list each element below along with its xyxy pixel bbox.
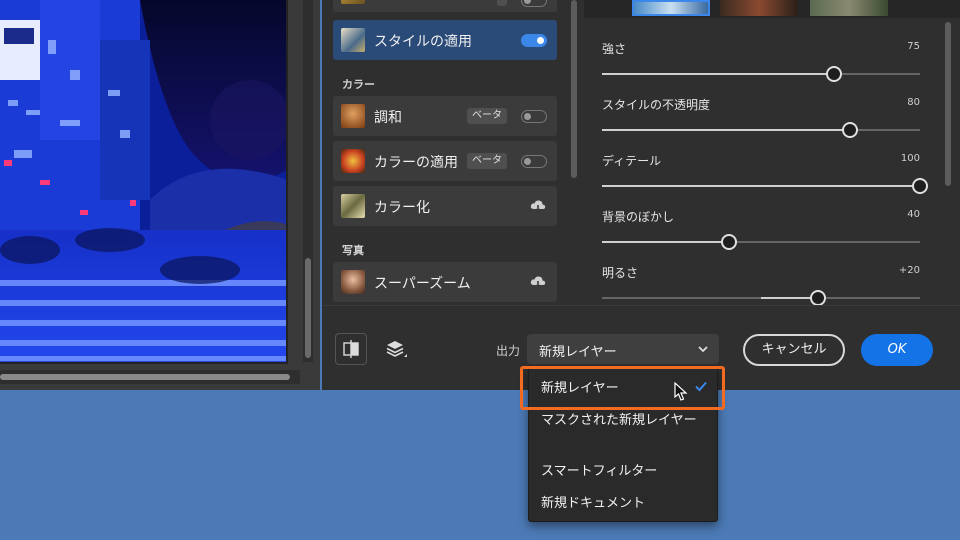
- slider-knob[interactable]: [912, 178, 928, 194]
- filter-label: 調和: [374, 110, 402, 126]
- checkmark-icon: [695, 381, 707, 392]
- slider-value: 80: [907, 97, 920, 108]
- filter-item-colorize[interactable]: カラー化: [333, 186, 557, 226]
- filter-label: カラーの適用: [374, 155, 458, 171]
- cloud-download-icon[interactable]: [530, 199, 546, 213]
- chevron-down-icon: [698, 346, 708, 353]
- slider-value: 100: [900, 153, 920, 164]
- filter-label: カラー化: [374, 200, 430, 216]
- filter-thumbnail: [341, 0, 365, 4]
- style-thumbnail[interactable]: [810, 0, 888, 16]
- filter-thumbnail: [341, 270, 365, 294]
- slider-strength: 強さ 75: [602, 40, 920, 96]
- settings-scrollbar[interactable]: [944, 22, 952, 188]
- section-header-color: カラー: [342, 78, 375, 91]
- ok-button[interactable]: OK: [861, 334, 933, 366]
- filter-item-partial[interactable]: [333, 0, 557, 12]
- filter-settings-panel: 強さ 75 スタイルの不透明度 80 ディテール 100 背景のぼかし 40 明…: [584, 18, 960, 305]
- slider-value: 40: [907, 209, 920, 220]
- canvas-vertical-scrollbar[interactable]: [303, 0, 313, 362]
- filter-thumbnail: [341, 149, 365, 173]
- slider-background-blur: 背景のぼかし 40: [602, 208, 920, 264]
- cloud-download-icon[interactable]: [530, 275, 546, 289]
- output-selected-value: 新規レイヤー: [539, 345, 617, 360]
- slider-fill: [602, 73, 835, 75]
- menu-item-new-document[interactable]: 新規ドキュメント: [541, 495, 711, 512]
- mouse-pointer-icon: [674, 382, 688, 401]
- filter-item-harmonization[interactable]: 調和 ベータ: [333, 96, 557, 136]
- filter-item-super-zoom[interactable]: スーパーズーム: [333, 262, 557, 302]
- canvas-horizontal-scrollbar[interactable]: [0, 370, 300, 384]
- output-label: 出力: [496, 344, 521, 358]
- style-thumbnail-selected[interactable]: [632, 0, 710, 16]
- filter-list-scrollbar[interactable]: [570, 0, 578, 180]
- cancel-button[interactable]: キャンセル: [743, 334, 845, 366]
- slider-detail: ディテール 100: [602, 152, 928, 208]
- layers-preview-button[interactable]: [379, 333, 411, 365]
- filter-label: スーパーズーム: [374, 276, 471, 292]
- slider-label: ディテール: [602, 154, 662, 168]
- slider-style-opacity: スタイルの不透明度 80: [602, 96, 920, 152]
- slider-label: スタイルの不透明度: [602, 98, 711, 112]
- canvas-area: [0, 0, 320, 390]
- menu-item-smart-filter[interactable]: スマートフィルター: [541, 463, 711, 480]
- harmonization-toggle[interactable]: [521, 110, 547, 123]
- split-view-icon: [343, 340, 359, 358]
- compare-view-button[interactable]: [335, 333, 367, 365]
- filter-thumbnail: [341, 104, 365, 128]
- slider-fill: [602, 241, 730, 243]
- beta-badge: ベータ: [467, 108, 507, 124]
- slider-knob[interactable]: [810, 290, 827, 305]
- slider-fill: [602, 185, 920, 187]
- style-gallery-strip: [584, 0, 960, 18]
- beta-badge: ベータ: [467, 153, 507, 169]
- output-dropdown[interactable]: 新規レイヤー: [527, 334, 719, 364]
- layers-icon: [386, 341, 407, 357]
- slider-value: 75: [907, 41, 920, 52]
- color-transfer-toggle[interactable]: [521, 155, 547, 168]
- slider-fill: [602, 129, 851, 131]
- filter-thumbnail: [341, 28, 365, 52]
- slider-brightness: 明るさ +20: [602, 264, 920, 305]
- preview-image: [0, 0, 288, 364]
- slider-knob[interactable]: [826, 66, 843, 82]
- menu-item-new-layer-masked[interactable]: マスクされた新規レイヤー: [541, 412, 701, 429]
- slider-label: 明るさ: [602, 266, 639, 280]
- section-header-photo: 写真: [342, 244, 364, 257]
- slider-knob[interactable]: [721, 234, 738, 250]
- output-dropdown-menu: 新規レイヤー マスクされた新規レイヤー スマートフィルター 新規ドキュメント: [528, 368, 718, 522]
- beta-badge: [497, 0, 507, 6]
- filter-toggle[interactable]: [521, 0, 547, 7]
- neural-filters-dialog: スタイルの適用 カラー 調和 ベータ カラーの適用 ベータ カラー化 写真 スー…: [322, 0, 960, 390]
- slider-label: 強さ: [602, 42, 627, 56]
- style-transfer-toggle[interactable]: [521, 34, 547, 47]
- filter-label: スタイルの適用: [374, 34, 472, 50]
- filter-thumbnail: [341, 194, 365, 218]
- slider-value: +20: [898, 265, 920, 276]
- filter-item-color-transfer[interactable]: カラーの適用 ベータ: [333, 141, 557, 181]
- filter-item-style-transfer[interactable]: スタイルの適用: [333, 20, 557, 60]
- slider-label: 背景のぼかし: [602, 210, 675, 224]
- style-thumbnail[interactable]: [720, 0, 798, 16]
- filter-list: スタイルの適用 カラー 調和 ベータ カラーの適用 ベータ カラー化 写真 スー…: [322, 0, 582, 305]
- slider-knob[interactable]: [842, 122, 859, 138]
